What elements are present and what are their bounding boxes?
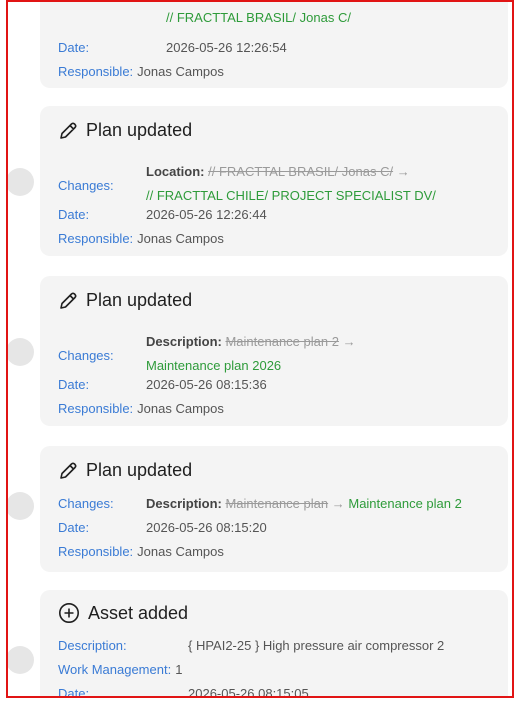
pencil-icon: [58, 291, 78, 311]
timeline-dot: [8, 492, 34, 520]
work-management-value: 1: [175, 662, 183, 677]
date-label: Date:: [58, 40, 90, 55]
old-value: // FRACTTAL BRASIL/ Jonas C/: [208, 164, 394, 179]
card-title: Asset added: [58, 602, 188, 624]
changes-row: Changes: Description: Maintenance plan →…: [58, 496, 462, 511]
change-field: Description:: [146, 334, 222, 349]
arrow-icon: →: [396, 164, 410, 179]
history-card: Plan updated Changes: Description: Maint…: [40, 446, 508, 572]
card-title-text: Plan updated: [86, 290, 193, 310]
responsible-label: Responsible:: [58, 64, 134, 79]
card-title-text: Plan updated: [86, 120, 193, 140]
change-detail: Description: Maintenance plan → Maintena…: [146, 496, 462, 511]
responsible-row: Responsible: Jonas Campos: [58, 544, 224, 559]
responsible-label: Responsible:: [58, 401, 134, 416]
responsible-value: Jonas Campos: [137, 544, 224, 559]
date-label: Date:: [58, 520, 90, 535]
date-row: Date: 2026-05-26 08:15:20: [58, 520, 267, 535]
card-title: Plan updated: [58, 120, 192, 141]
changes-row: Changes: Description: Maintenance plan 2…: [58, 334, 486, 378]
date-row: Date: 2026-05-26 08:15:05: [58, 686, 309, 698]
history-timeline: // FRACTTAL BRASIL/ Jonas C/ Date: 2026-…: [6, 0, 514, 698]
responsible-label: Responsible:: [58, 231, 134, 246]
changes-row: Changes: Location: // FRACTTAL BRASIL/ J…: [58, 164, 486, 208]
card-title: Plan updated: [58, 290, 192, 311]
description-value: { HPAI2-25 } High pressure air compresso…: [188, 638, 445, 653]
change-field: Description:: [146, 496, 222, 511]
pencil-icon: [58, 121, 78, 141]
date-label: Date:: [58, 377, 90, 392]
date-row: Date: 2026-05-26 12:26:54: [58, 40, 287, 55]
date-value: 2026-05-26 08:15:05: [188, 686, 309, 698]
partial-location-row: // FRACTTAL BRASIL/ Jonas C/: [58, 10, 351, 25]
description-row: Description: { HPAI2-25 } High pressure …: [58, 638, 444, 653]
responsible-value: Jonas Campos: [137, 401, 224, 416]
responsible-label: Responsible:: [58, 544, 134, 559]
new-value: Maintenance plan 2: [348, 496, 462, 511]
timeline-dot: [8, 168, 34, 196]
new-value: // FRACTTAL CHILE/ PROJECT SPECIALIST DV…: [146, 188, 436, 203]
timeline-dot: [8, 338, 34, 366]
responsible-row: Responsible: Jonas Campos: [58, 64, 224, 79]
work-management-row: Work Management: 1: [58, 662, 182, 677]
plus-circle-icon: [58, 602, 80, 624]
history-card: // FRACTTAL BRASIL/ Jonas C/ Date: 2026-…: [40, 2, 508, 88]
date-value: 2026-05-26 12:26:44: [146, 207, 267, 222]
changes-label: Changes:: [58, 496, 114, 511]
description-label: Description:: [58, 638, 127, 653]
old-value: Maintenance plan: [225, 496, 329, 511]
change-detail: Description: Maintenance plan 2 → Mainte…: [146, 330, 486, 378]
history-card: Plan updated Changes: Description: Maint…: [40, 276, 508, 426]
date-value: 2026-05-26 08:15:20: [146, 520, 267, 535]
old-value: Maintenance plan 2: [225, 334, 339, 349]
change-detail: Location: // FRACTTAL BRASIL/ Jonas C/ →…: [146, 160, 486, 208]
card-title-text: Asset added: [88, 602, 189, 623]
location-value: // FRACTTAL BRASIL/ Jonas C/: [166, 10, 351, 25]
arrow-icon: →: [331, 496, 345, 511]
change-field: Location:: [146, 164, 205, 179]
pencil-icon: [58, 461, 78, 481]
date-row: Date: 2026-05-26 12:26:44: [58, 207, 267, 222]
date-value: 2026-05-26 12:26:54: [166, 40, 287, 55]
changes-label: Changes:: [58, 178, 114, 193]
work-management-label: Work Management:: [58, 662, 172, 677]
responsible-row: Responsible: Jonas Campos: [58, 401, 224, 416]
date-label: Date:: [58, 207, 90, 222]
card-title-text: Plan updated: [86, 460, 193, 480]
date-row: Date: 2026-05-26 08:15:36: [58, 377, 267, 392]
date-label: Date:: [58, 686, 90, 698]
history-card: Plan updated Changes: Location: // FRACT…: [40, 106, 508, 256]
card-title: Plan updated: [58, 460, 192, 481]
arrow-icon: →: [342, 334, 356, 349]
responsible-row: Responsible: Jonas Campos: [58, 231, 224, 246]
responsible-value: Jonas Campos: [137, 64, 224, 79]
responsible-value: Jonas Campos: [137, 231, 224, 246]
new-value: Maintenance plan 2026: [146, 358, 282, 373]
date-value: 2026-05-26 08:15:36: [146, 377, 267, 392]
changes-label: Changes:: [58, 348, 114, 363]
timeline-dot: [8, 646, 34, 674]
history-card: Asset added Description: { HPAI2-25 } Hi…: [40, 590, 508, 698]
